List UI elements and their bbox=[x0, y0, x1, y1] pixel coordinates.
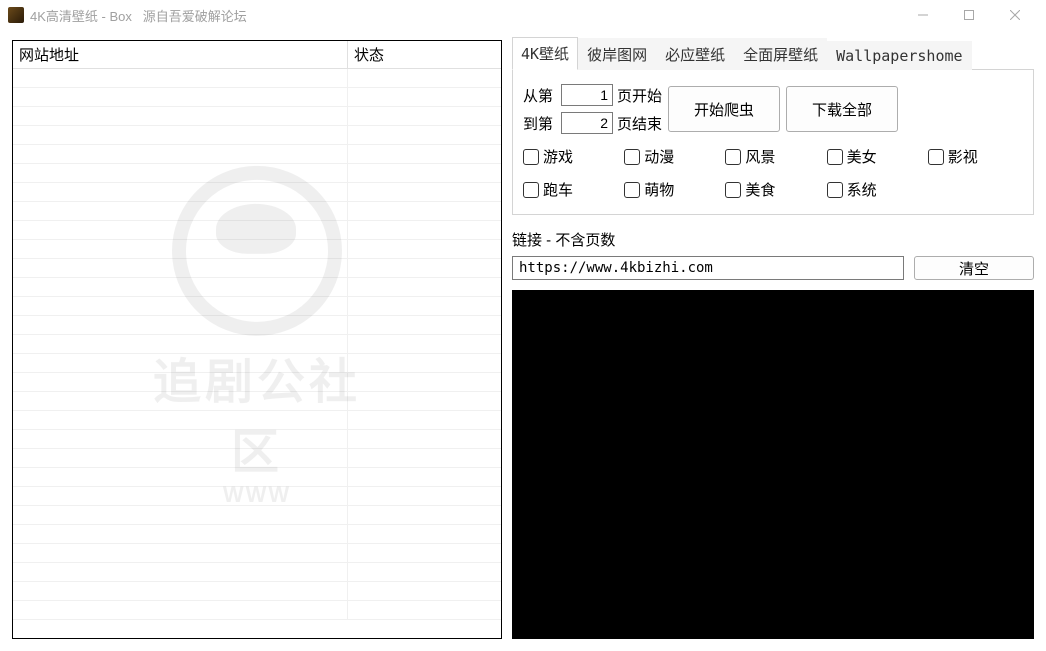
from-page-input[interactable] bbox=[561, 84, 613, 106]
checkbox-movie[interactable] bbox=[928, 149, 944, 165]
column-url[interactable]: 网站地址 bbox=[13, 41, 348, 68]
table-row[interactable] bbox=[13, 601, 501, 620]
table-row[interactable] bbox=[13, 183, 501, 202]
link-label: 链接 - 不含页数 bbox=[512, 229, 1034, 250]
check-system[interactable]: 系统 bbox=[827, 179, 922, 200]
clear-button[interactable]: 清空 bbox=[914, 256, 1034, 280]
check-scenery[interactable]: 风景 bbox=[725, 146, 820, 167]
to-label: 到第 bbox=[523, 113, 557, 134]
table-row[interactable] bbox=[13, 126, 501, 145]
table-row[interactable] bbox=[13, 221, 501, 240]
window-controls bbox=[900, 0, 1038, 30]
checkbox-beauty[interactable] bbox=[827, 149, 843, 165]
tab-fullscreen[interactable]: 全面屏壁纸 bbox=[734, 38, 827, 70]
tab-wallpapershome[interactable]: Wallpapershome bbox=[827, 41, 971, 70]
table-row[interactable] bbox=[13, 145, 501, 164]
download-all-button[interactable]: 下载全部 bbox=[786, 86, 898, 132]
url-input[interactable] bbox=[512, 256, 904, 280]
app-icon bbox=[8, 7, 24, 23]
table-row[interactable] bbox=[13, 411, 501, 430]
table-row[interactable] bbox=[13, 88, 501, 107]
table-body[interactable]: 追剧公社区 WWW // generate blank rows for vis… bbox=[13, 69, 501, 638]
url-table[interactable]: 网站地址 状态 追剧公社区 WWW // generate blank rows… bbox=[12, 40, 502, 639]
table-row[interactable] bbox=[13, 69, 501, 88]
table-row[interactable] bbox=[13, 449, 501, 468]
table-row[interactable] bbox=[13, 392, 501, 411]
table-row[interactable] bbox=[13, 487, 501, 506]
titlebar: 4K高清壁纸 - Box 源自吾爱破解论坛 bbox=[0, 0, 1046, 30]
table-row[interactable] bbox=[13, 373, 501, 392]
right-panel: 4K壁纸 彼岸图网 必应壁纸 全面屏壁纸 Wallpapershome 从第 页… bbox=[512, 40, 1034, 639]
tab-bar: 4K壁纸 彼岸图网 必应壁纸 全面屏壁纸 Wallpapershome bbox=[512, 40, 1034, 70]
tab-content: 从第 页开始 到第 页结束 开始爬虫 下载全部 游戏 动漫 风景 bbox=[512, 70, 1034, 215]
table-row[interactable] bbox=[13, 544, 501, 563]
window-title: 4K高清壁纸 - Box 源自吾爱破解论坛 bbox=[30, 6, 247, 25]
from-suffix: 页开始 bbox=[617, 85, 662, 106]
table-header: 网站地址 状态 bbox=[13, 41, 501, 69]
minimize-button[interactable] bbox=[900, 0, 946, 30]
from-label: 从第 bbox=[523, 85, 557, 106]
tab-bian[interactable]: 彼岸图网 bbox=[578, 38, 656, 70]
table-row[interactable] bbox=[13, 582, 501, 601]
checkbox-system[interactable] bbox=[827, 182, 843, 198]
table-row[interactable] bbox=[13, 107, 501, 126]
check-anime[interactable]: 动漫 bbox=[624, 146, 719, 167]
checkbox-anime[interactable] bbox=[624, 149, 640, 165]
to-page-input[interactable] bbox=[561, 112, 613, 134]
column-status[interactable]: 状态 bbox=[348, 41, 501, 68]
table-row[interactable] bbox=[13, 316, 501, 335]
table-row[interactable] bbox=[13, 430, 501, 449]
check-food[interactable]: 美食 bbox=[725, 179, 820, 200]
checkbox-scenery[interactable] bbox=[725, 149, 741, 165]
page-range-row: 从第 页开始 到第 页结束 开始爬虫 下载全部 bbox=[523, 84, 1023, 134]
check-movie[interactable]: 影视 bbox=[928, 146, 1023, 167]
table-row[interactable] bbox=[13, 297, 501, 316]
tab-4k[interactable]: 4K壁纸 bbox=[512, 37, 578, 70]
table-row[interactable] bbox=[13, 563, 501, 582]
content-area: 网站地址 状态 追剧公社区 WWW // generate blank rows… bbox=[0, 30, 1046, 651]
table-row[interactable] bbox=[13, 259, 501, 278]
check-car[interactable]: 跑车 bbox=[523, 179, 618, 200]
preview-panel bbox=[512, 290, 1034, 639]
table-row[interactable] bbox=[13, 335, 501, 354]
close-button[interactable] bbox=[992, 0, 1038, 30]
checkbox-food[interactable] bbox=[725, 182, 741, 198]
checkbox-car[interactable] bbox=[523, 182, 539, 198]
check-cute[interactable]: 萌物 bbox=[624, 179, 719, 200]
category-checks: 游戏 动漫 风景 美女 影视 跑车 萌物 美食 系统 bbox=[523, 146, 1023, 200]
checkbox-game[interactable] bbox=[523, 149, 539, 165]
link-section: 链接 - 不含页数 清空 bbox=[512, 229, 1034, 280]
check-game[interactable]: 游戏 bbox=[523, 146, 618, 167]
table-row[interactable] bbox=[13, 202, 501, 221]
table-row[interactable] bbox=[13, 468, 501, 487]
table-row[interactable] bbox=[13, 354, 501, 373]
table-row[interactable] bbox=[13, 240, 501, 259]
table-row[interactable] bbox=[13, 164, 501, 183]
table-row[interactable] bbox=[13, 278, 501, 297]
table-row[interactable] bbox=[13, 506, 501, 525]
tab-bing[interactable]: 必应壁纸 bbox=[656, 38, 734, 70]
maximize-button[interactable] bbox=[946, 0, 992, 30]
start-crawl-button[interactable]: 开始爬虫 bbox=[668, 86, 780, 132]
to-suffix: 页结束 bbox=[617, 113, 662, 134]
table-row[interactable] bbox=[13, 525, 501, 544]
checkbox-cute[interactable] bbox=[624, 182, 640, 198]
check-beauty[interactable]: 美女 bbox=[827, 146, 922, 167]
